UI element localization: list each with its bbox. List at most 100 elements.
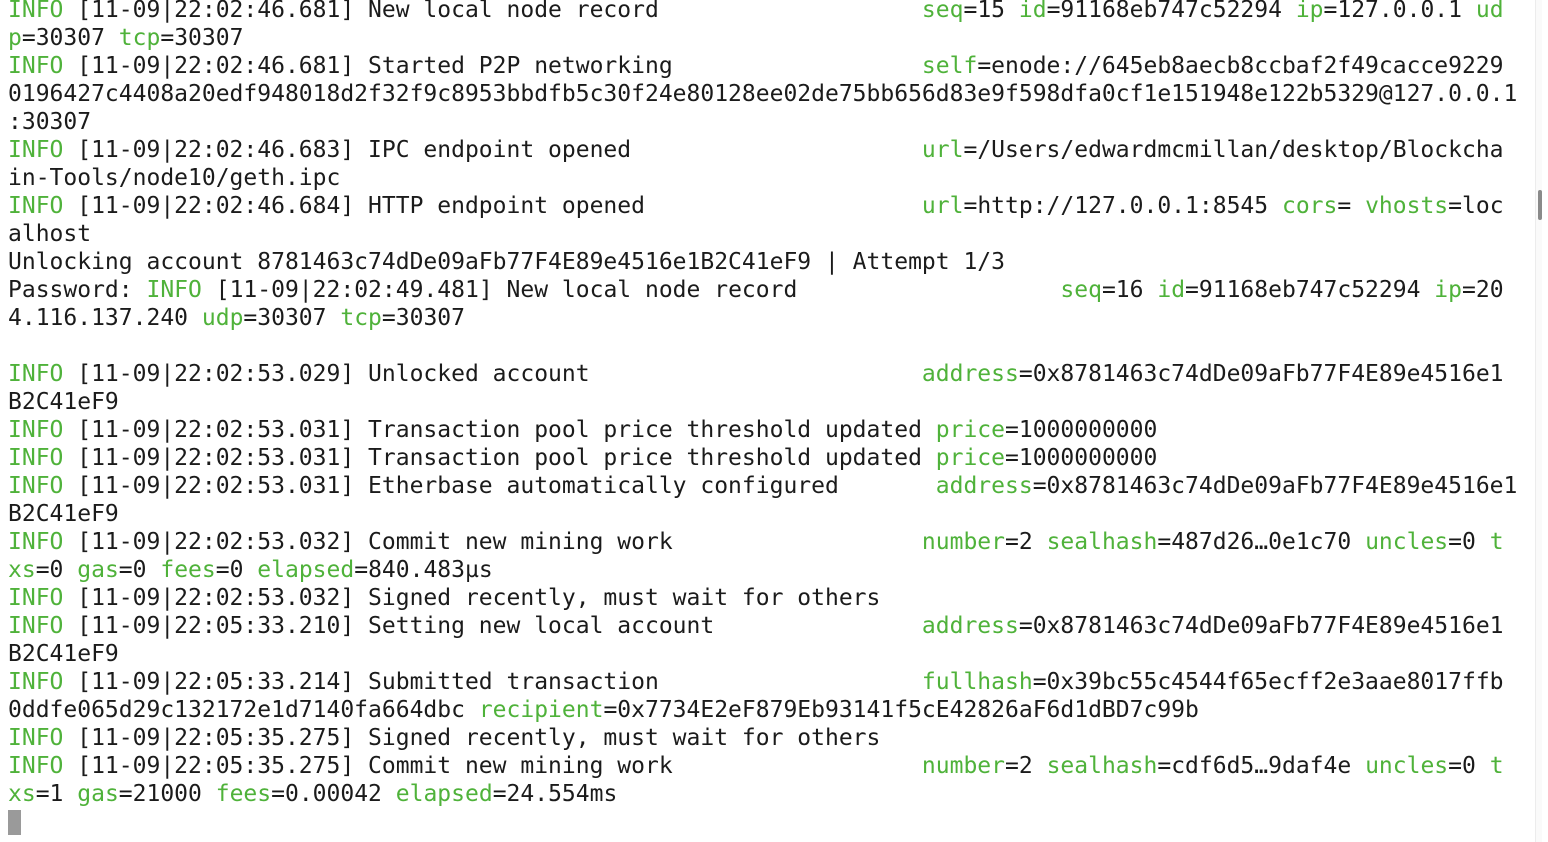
log-line: INFO [11-09|22:02:46.684] HTTP endpoint …: [8, 192, 1517, 220]
log-line: INFO [11-09|22:02:53.031] Etherbase auto…: [8, 472, 1517, 500]
log-text: [11-09|22:05:35.275] Commit new mining w…: [63, 753, 922, 779]
log-line: INFO [11-09|22:02:53.029] Unlocked accou…: [8, 360, 1517, 388]
log-key: uncles: [1365, 529, 1449, 555]
log-level: INFO: [8, 725, 64, 751]
log-text: alhost: [8, 221, 92, 247]
log-text: Password:: [8, 277, 147, 303]
log-text: [11-09|22:02:46.683] IPC endpoint opened: [63, 137, 922, 163]
log-text: [11-09|22:02:53.029] Unlocked account: [63, 361, 922, 387]
log-text: =16: [1101, 277, 1158, 303]
log-text: =1000000000: [1005, 417, 1158, 443]
log-key: udp: [201, 305, 244, 331]
log-text: 4.116.137.240: [8, 305, 202, 331]
scrollbar-thumb[interactable]: [1538, 190, 1542, 220]
log-text: =enode://645eb8aecb8ccbaf2f49cacce9229: [977, 53, 1504, 79]
log-text: =0: [1448, 753, 1490, 779]
prompt-line[interactable]: [8, 808, 1517, 836]
log-key: url: [921, 137, 964, 163]
log-key: cors: [1281, 193, 1338, 219]
log-text: =cdf6d5…9daf4e: [1157, 753, 1366, 779]
log-text: =loc: [1448, 193, 1504, 219]
log-key: uncles: [1365, 753, 1449, 779]
log-key: id: [1157, 277, 1186, 303]
log-text: [11-09|22:05:33.214] Submitted transacti…: [63, 669, 922, 695]
log-text: in-Tools/node10/geth.ipc: [8, 165, 341, 191]
log-text: :30307: [8, 109, 92, 135]
log-text: [11-09|22:05:33.210] Setting new local a…: [63, 613, 922, 639]
log-text: [11-09|22:02:53.031] Transaction pool pr…: [63, 417, 936, 443]
log-line: Password: INFO [11-09|22:02:49.481] New …: [8, 276, 1517, 304]
log-text: =0x8781463c74dDe09aFb77F4E89e4516e1: [1032, 473, 1518, 499]
log-text: B2C41eF9: [8, 641, 119, 667]
log-line: Unlocking account 8781463c74dDe09aFb77F4…: [8, 248, 1517, 276]
log-key: fullhash: [921, 669, 1033, 695]
log-text: Unlocking account 8781463c74dDe09aFb77F4…: [8, 249, 1005, 275]
log-line: INFO [11-09|22:02:46.683] IPC endpoint o…: [8, 136, 1517, 164]
log-key: fees: [160, 557, 216, 583]
log-key: price: [935, 417, 1006, 443]
log-line: 4.116.137.240 udp=30307 tcp=30307: [8, 304, 1517, 332]
log-line: xs=0 gas=0 fees=0 elapsed=840.483µs: [8, 556, 1517, 584]
log-text: =http://127.0.0.1:8545: [963, 193, 1282, 219]
log-level: INFO: [8, 137, 64, 163]
log-text: B2C41eF9: [8, 389, 119, 415]
log-key: seq: [1060, 277, 1102, 303]
log-line: INFO [11-09|22:05:35.275] Commit new min…: [8, 752, 1517, 780]
log-line: INFO [11-09|22:05:33.210] Setting new lo…: [8, 612, 1517, 640]
log-level: INFO: [8, 473, 64, 499]
log-text: =: [1337, 193, 1366, 219]
log-text: =1: [35, 781, 78, 807]
log-text: =2: [1005, 753, 1047, 779]
log-key: xs: [8, 557, 36, 583]
log-text: =30307: [21, 25, 119, 51]
log-text: =20: [1462, 277, 1504, 303]
log-line: INFO [11-09|22:05:35.275] Signed recentl…: [8, 724, 1517, 752]
log-text: [11-09|22:02:46.681] New local node reco…: [63, 0, 922, 23]
log-key: address: [921, 613, 1019, 639]
log-line: INFO [11-09|22:02:53.032] Signed recentl…: [8, 584, 1517, 612]
log-key: t: [1489, 753, 1504, 779]
scrollbar-track[interactable]: [1535, 0, 1542, 842]
log-line: INFO [11-09|22:02:53.032] Commit new min…: [8, 528, 1517, 556]
log-level: INFO: [8, 585, 64, 611]
log-key: vhosts: [1365, 193, 1449, 219]
log-text: =840.483µs: [354, 557, 493, 583]
log-text: 0196427c4408a20edf948018d2f32f9c8953bbdf…: [8, 81, 1518, 107]
log-text: =0x39bc55c4544f65ecff2e3aae8017ffb: [1032, 669, 1504, 695]
log-line: INFO [11-09|22:02:46.681] Started P2P ne…: [8, 52, 1517, 80]
log-text: 0ddfe065d29c132172e1d7140fa664dbc: [8, 697, 479, 723]
log-level: INFO: [8, 445, 64, 471]
log-text: [11-09|22:02:46.684] HTTP endpoint opene…: [63, 193, 922, 219]
log-text: [11-09|22:05:35.275] Signed recently, mu…: [63, 725, 881, 751]
log-level: INFO: [8, 0, 64, 23]
terminal-window[interactable]: INFO [11-09|22:02:46.681] New local node…: [0, 0, 1542, 842]
log-line: :30307: [8, 108, 1517, 136]
log-key: fees: [215, 781, 272, 807]
log-key: p: [8, 25, 22, 51]
log-key: gas: [77, 781, 119, 807]
log-text: [11-09|22:02:53.032] Commit new mining w…: [63, 529, 922, 555]
text-cursor: [8, 810, 21, 835]
log-key: elapsed: [257, 557, 355, 583]
log-text: =21000: [118, 781, 216, 807]
log-level: INFO: [8, 53, 64, 79]
log-line: xs=1 gas=21000 fees=0.00042 elapsed=24.5…: [8, 780, 1517, 808]
log-line: B2C41eF9: [8, 500, 1517, 528]
log-text: =0: [1448, 529, 1490, 555]
log-level: INFO: [8, 669, 64, 695]
log-key: ud: [1475, 0, 1504, 23]
log-key: xs: [8, 781, 36, 807]
log-key: id: [1018, 0, 1047, 23]
log-key: tcp: [340, 305, 382, 331]
log-key: seq: [921, 0, 964, 23]
log-text: [11-09|22:02:53.031] Transaction pool pr…: [63, 445, 936, 471]
log-key: recipient: [478, 697, 604, 723]
log-key: ip: [1434, 277, 1462, 303]
log-text: =91168eb747c52294: [1185, 277, 1435, 303]
log-key: url: [921, 193, 964, 219]
log-level: INFO: [8, 193, 64, 219]
log-text: =0: [35, 557, 78, 583]
terminal-output[interactable]: INFO [11-09|22:02:46.681] New local node…: [8, 0, 1517, 836]
log-text: =30307: [381, 305, 465, 331]
log-key: elapsed: [395, 781, 493, 807]
